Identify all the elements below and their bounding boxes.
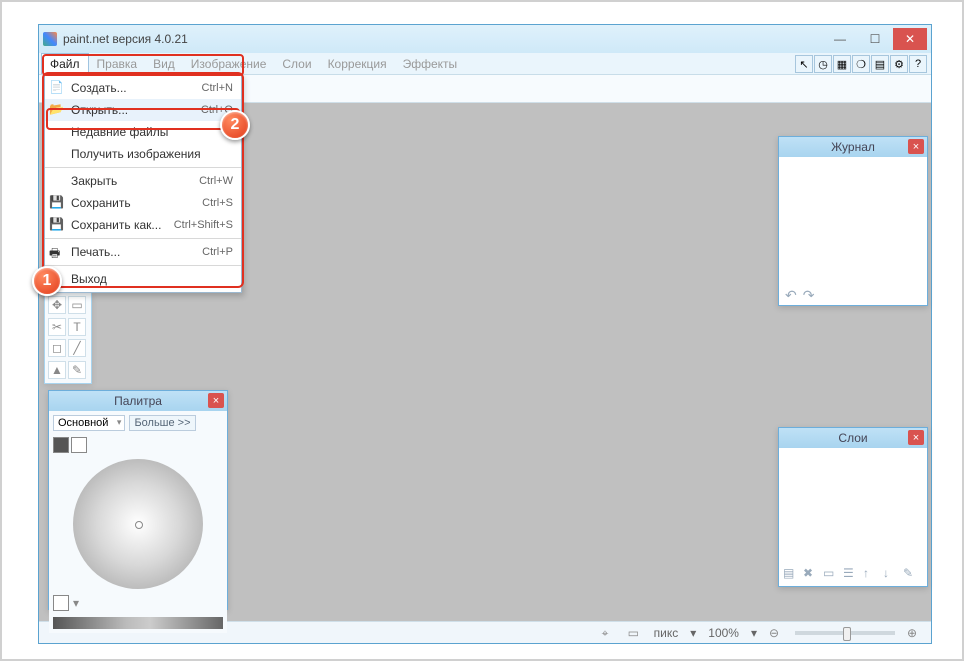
menu-layers[interactable]: Слои (274, 54, 319, 74)
workspace-tool-icons: ↖ ◷ ▦ ❍ ▤ ⚙ ? (795, 55, 927, 73)
maximize-button[interactable]: ☐ (858, 28, 892, 50)
titlebar: paint.net версия 4.0.21 — ☐ ✕ (39, 25, 931, 53)
app-icon (43, 32, 57, 46)
callout-badge-1: 1 (32, 266, 62, 296)
layers-title: Слои (838, 431, 867, 445)
tool-color-icon[interactable]: ❍ (852, 55, 870, 73)
tool-grid-icon[interactable]: ▦ (833, 55, 851, 73)
layer-up-icon[interactable]: ↑ (863, 566, 877, 580)
palette-more-button[interactable]: Больше >> (129, 415, 195, 431)
menu-item-label: Закрыть (71, 174, 117, 188)
layer-props-icon[interactable]: ✎ (903, 566, 917, 580)
menu-item-shortcut: Ctrl+W (199, 175, 233, 187)
history-close-button[interactable]: × (908, 139, 924, 154)
layers-panel: Слои × ▤ ✖ ▭ ☰ ↑ ↓ ✎ (778, 427, 928, 587)
tool-select[interactable]: ▭ (68, 296, 86, 314)
menu-item-label: Сохранить (71, 196, 131, 210)
menu-item--[interactable]: 📄 Создать... Ctrl+N (45, 77, 241, 99)
menu-item-shortcut: Ctrl+P (202, 246, 233, 258)
layer-delete-icon[interactable]: ✖ (803, 566, 817, 580)
menu-item--[interactable]: Закрыть Ctrl+W (45, 170, 241, 192)
file-menu-dropdown: 📄Создать...Ctrl+N📂Открыть...Ctrl+OНедавн… (44, 74, 242, 293)
tool-help-icon[interactable]: ? (909, 55, 927, 73)
menu-adjust[interactable]: Коррекция (320, 54, 395, 74)
layer-merge-icon[interactable]: ☰ (843, 566, 857, 580)
palette-close-button[interactable]: × (208, 393, 224, 408)
palette-title: Палитра (114, 394, 162, 408)
layer-duplicate-icon[interactable]: ▭ (823, 566, 837, 580)
menu-item-label: Открыть... (71, 103, 128, 117)
unit-label[interactable]: пикс (654, 626, 679, 640)
menu-item-shortcut: Ctrl+N (202, 82, 233, 94)
callout-badge-2: 2 (220, 110, 250, 140)
menu-image[interactable]: Изображение (183, 54, 275, 74)
layers-close-button[interactable]: × (908, 430, 924, 445)
print-icon: 🖶 (49, 244, 65, 260)
menu-item-label: Печать... (71, 245, 120, 259)
minimize-button[interactable]: — (823, 28, 857, 50)
open-icon: 📂 (49, 102, 65, 118)
menu-item--[interactable]: Недавние файлы (45, 121, 241, 143)
menu-edit[interactable]: Правка (89, 54, 146, 74)
menu-item-label: Сохранить как... (71, 218, 161, 232)
window-title: paint.net версия 4.0.21 (63, 32, 822, 46)
history-list[interactable] (779, 157, 927, 285)
menu-item-label: Выход (71, 272, 107, 286)
selection-size-icon: ▭ (628, 626, 642, 640)
menu-item--[interactable]: Получить изображения (45, 143, 241, 165)
cursor-pos-icon: ⌖ (602, 626, 616, 640)
menu-file[interactable]: Файл (41, 53, 89, 74)
palette-channel-dropdown[interactable]: Основной (53, 415, 125, 431)
tool-brush[interactable]: ✎ (68, 361, 86, 379)
menu-effects[interactable]: Эффекты (395, 54, 466, 74)
menu-item-shortcut: Ctrl+S (202, 197, 233, 209)
layers-list[interactable] (779, 448, 927, 564)
primary-swatch[interactable] (53, 437, 69, 453)
tool-fill[interactable]: ▲ (48, 361, 66, 379)
saveas-icon: 💾 (49, 217, 65, 233)
palette-add-swatch[interactable] (53, 595, 69, 611)
tool-pointer-icon[interactable]: ↖ (795, 55, 813, 73)
menu-item--[interactable]: 🖶 Печать... Ctrl+P (45, 241, 241, 263)
save-icon: 💾 (49, 195, 65, 211)
layer-add-icon[interactable]: ▤ (783, 566, 797, 580)
history-panel: Журнал × ↶ ↷ (778, 136, 928, 306)
tool-settings-icon[interactable]: ⚙ (890, 55, 908, 73)
toolbox: ✥ ▭ ✂ T ◻ ╱ ▲ ✎ (44, 292, 92, 384)
menu-item-label: Получить изображения (71, 147, 201, 161)
color-wheel[interactable] (73, 459, 203, 589)
tool-text[interactable]: T (68, 318, 86, 336)
secondary-swatch[interactable] (71, 437, 87, 453)
layer-down-icon[interactable]: ↓ (883, 566, 897, 580)
palette-strip[interactable] (53, 617, 223, 629)
zoom-out-icon[interactable]: ⊖ (769, 626, 783, 640)
tool-layers-icon[interactable]: ▤ (871, 55, 889, 73)
zoom-value[interactable]: 100% (708, 626, 739, 640)
tool-move[interactable]: ✥ (48, 296, 66, 314)
history-title: Журнал (831, 140, 875, 154)
new-icon: 📄 (49, 80, 65, 96)
palette-panel: Палитра × Основной Больше >> ▾ (48, 390, 228, 610)
history-undo-icon[interactable]: ↶ (785, 287, 797, 303)
menu-item--[interactable]: 💾 Сохранить Ctrl+S (45, 192, 241, 214)
close-button[interactable]: ✕ (893, 28, 927, 50)
menu-item--[interactable]: 💾 Сохранить как... Ctrl+Shift+S (45, 214, 241, 236)
menu-item--[interactable]: Выход (45, 268, 241, 290)
menu-item-shortcut: Ctrl+Shift+S (174, 219, 233, 231)
tool-line[interactable]: ╱ (68, 339, 86, 357)
menu-item-label: Создать... (71, 81, 127, 95)
zoom-in-icon[interactable]: ⊕ (907, 626, 921, 640)
zoom-slider[interactable] (795, 631, 895, 635)
menu-view[interactable]: Вид (145, 54, 183, 74)
tool-crop[interactable]: ✂ (48, 318, 66, 336)
tool-clock-icon[interactable]: ◷ (814, 55, 832, 73)
menu-item-label: Недавние файлы (71, 125, 168, 139)
tool-shape[interactable]: ◻ (48, 339, 66, 357)
menu-item--[interactable]: 📂Открыть...Ctrl+O (45, 99, 241, 121)
history-redo-icon[interactable]: ↷ (803, 287, 815, 303)
